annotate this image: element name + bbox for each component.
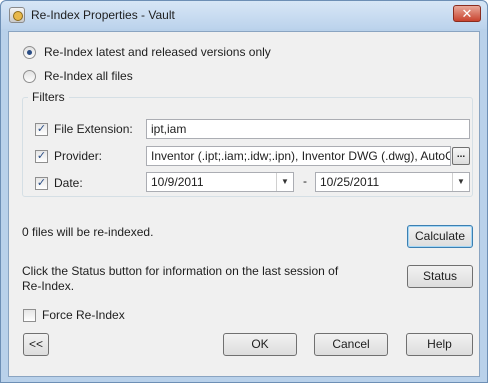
date-label: Date: <box>54 176 83 190</box>
date-from-dropdown-icon[interactable]: ▼ <box>276 173 293 191</box>
help-button[interactable]: Help <box>406 333 473 356</box>
dialog-body: Re-Index latest and released versions on… <box>8 31 480 377</box>
cancel-button[interactable]: Cancel <box>314 333 388 356</box>
radio-all[interactable] <box>23 69 36 83</box>
status-info-line-2: Re-Index. <box>22 279 75 293</box>
reindex-all-label: Re-Index all files <box>44 69 133 83</box>
files-count-text: 0 files will be re-indexed. <box>22 225 154 239</box>
provider-input[interactable]: Inventor (.ipt;.iam;.idw;.ipn), Inventor… <box>146 146 451 166</box>
file-extension-filter[interactable]: ✓ File Extension: <box>35 122 133 136</box>
date-to-picker[interactable]: 10/25/2011 ▼ <box>315 172 470 192</box>
close-button[interactable]: ✕ <box>453 5 481 22</box>
provider-label: Provider: <box>54 149 103 163</box>
reindex-latest-option[interactable]: Re-Index latest and released versions on… <box>23 45 271 59</box>
status-info-line-1: Click the Status button for information … <box>22 264 339 278</box>
file-extension-input[interactable]: ipt,iam <box>146 119 470 139</box>
calculate-button[interactable]: Calculate <box>407 225 473 248</box>
filters-group-label: Filters <box>28 90 69 104</box>
file-extension-checkbox[interactable]: ✓ <box>35 122 48 136</box>
reindex-properties-dialog: Re-Index Properties - Vault ✕ Re-Index l… <box>0 0 488 383</box>
force-reindex-option[interactable]: Force Re-Index <box>23 308 125 322</box>
provider-filter[interactable]: ✓ Provider: <box>35 149 102 163</box>
date-from-value: 10/9/2011 <box>151 175 204 189</box>
provider-browse-button[interactable]: ... <box>452 147 470 165</box>
date-to-value: 10/25/2011 <box>320 175 380 189</box>
collapse-button[interactable]: << <box>23 333 49 356</box>
date-range-separator: - <box>303 174 307 188</box>
date-to-dropdown-icon[interactable]: ▼ <box>452 173 469 191</box>
radio-latest[interactable] <box>23 45 36 59</box>
reindex-latest-label: Re-Index latest and released versions on… <box>44 45 271 59</box>
window-title: Re-Index Properties - Vault <box>31 8 175 22</box>
title-bar: Re-Index Properties - Vault ✕ <box>1 1 487 29</box>
date-checkbox[interactable]: ✓ <box>35 176 48 190</box>
date-from-picker[interactable]: 10/9/2011 ▼ <box>146 172 294 192</box>
force-reindex-checkbox[interactable] <box>23 308 36 322</box>
status-button[interactable]: Status <box>407 265 473 288</box>
reindex-all-option[interactable]: Re-Index all files <box>23 69 133 83</box>
file-extension-label: File Extension: <box>54 122 133 136</box>
provider-checkbox[interactable]: ✓ <box>35 149 48 163</box>
force-reindex-label: Force Re-Index <box>42 308 125 322</box>
ok-button[interactable]: OK <box>223 333 297 356</box>
date-filter[interactable]: ✓ Date: <box>35 176 83 190</box>
vault-app-icon <box>9 7 25 23</box>
